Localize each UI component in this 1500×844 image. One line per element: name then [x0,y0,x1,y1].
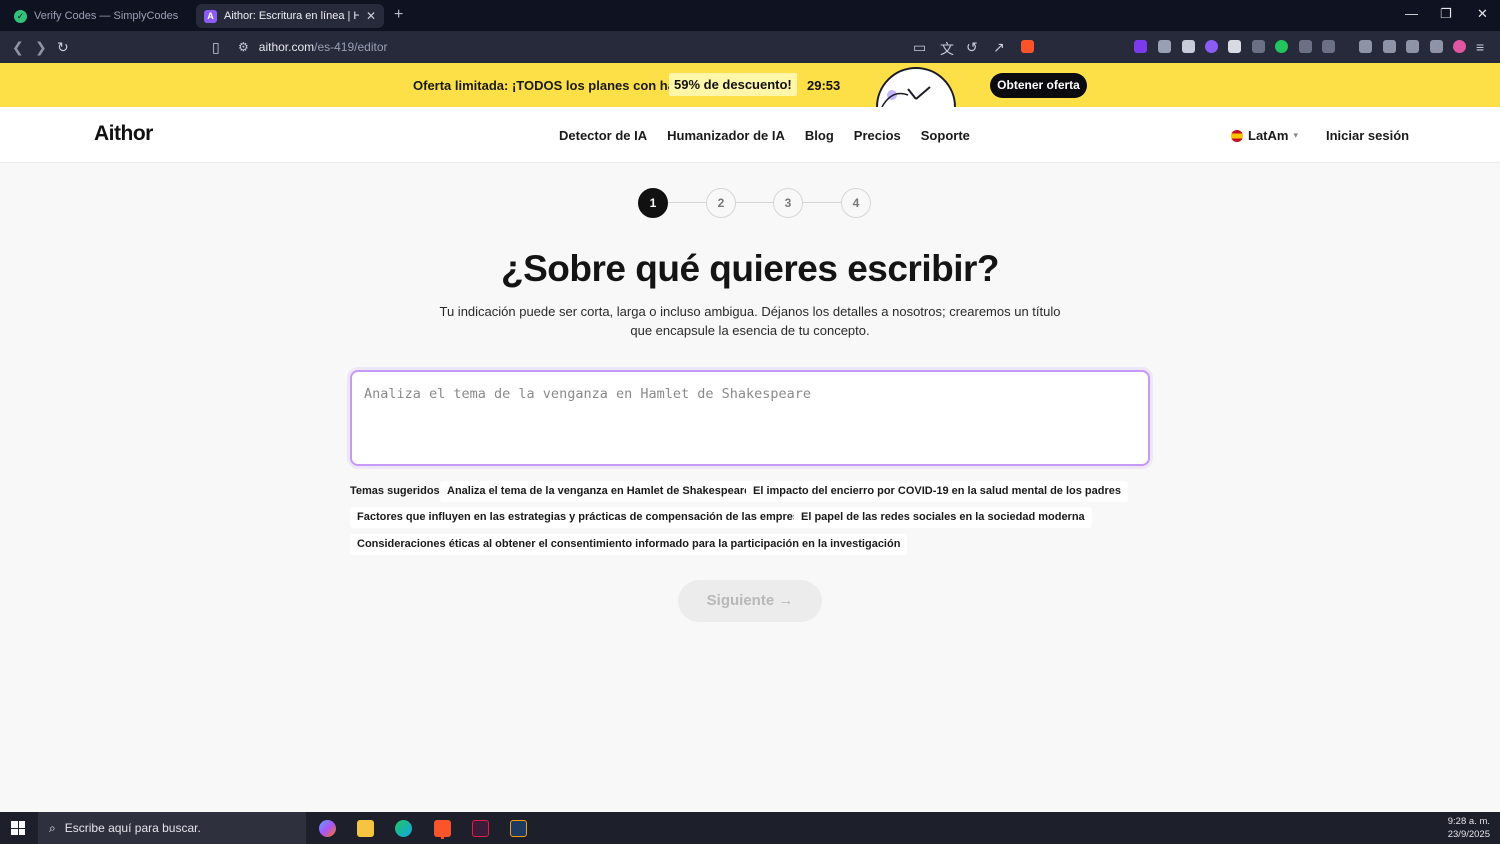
nav-ai-detector[interactable]: Detector de IA [559,128,647,143]
page-title: ¿Sobre qué quieres escribir? [501,248,999,289]
next-button[interactable]: Siguiente → [678,580,822,622]
back-icon[interactable]: ❮ [12,39,24,56]
site-info-icon[interactable]: ⚙ [238,40,249,54]
chevron-down-icon: ▾ [1293,130,1298,140]
app-icon[interactable] [510,820,527,837]
language-label: LatAm [1248,128,1289,143]
countdown-timer: 29:53 [807,78,841,93]
extension-icon[interactable] [1322,40,1335,53]
url-path: /es-419/editor [314,40,388,54]
promo-text: Oferta limitada: ¡TODOS los planes con h… [413,78,694,93]
step-3: 3 [773,188,803,218]
shield-extension-icon[interactable] [1182,40,1195,53]
tab-title: Verify Codes — SimplyCodes [34,10,178,22]
translate-icon[interactable]: 文 [940,39,954,59]
site-header: Aithor Detector de IA Humanizador de IA … [0,107,1500,163]
spain-flag-icon [1231,129,1243,142]
reload-icon[interactable]: ↻ [57,39,69,56]
step-connector [668,202,708,203]
suggestion-chip[interactable]: El papel de las redes sociales en la soc… [794,507,1092,528]
bookmark-icon[interactable]: ▯ [212,39,220,56]
nav-ai-humanizer[interactable]: Humanizador de IA [667,128,785,143]
extension-icon[interactable] [1252,40,1265,53]
minimize-window-icon[interactable]: — [1405,6,1418,21]
simplycodes-favicon-icon: ✓ [14,9,27,23]
brave-icon[interactable] [434,820,451,837]
extension-icon[interactable] [1205,40,1218,53]
new-tab-icon[interactable]: + [394,6,403,24]
forward-icon[interactable]: ❯ [35,39,47,56]
extension-icon[interactable] [1228,40,1241,53]
topic-prompt-input[interactable] [350,370,1150,466]
profile-icon[interactable] [1453,40,1466,53]
suggestion-chip[interactable]: Consideraciones éticas al obtener el con… [350,534,908,555]
search-icon: ⌕ [49,820,56,835]
main-nav: Detector de IA Humanizador de IA Blog Pr… [559,128,970,143]
menu-icon[interactable]: ≡ [1476,39,1484,55]
suggestion-chip[interactable]: El impacto del encierro por COVID-19 en … [746,481,1128,502]
restore-window-icon[interactable]: ❐ [1440,6,1452,22]
history-icon[interactable]: ↺ [966,39,978,56]
step-2: 2 [706,188,736,218]
clock-time: 9:28 a. m. [1447,816,1490,827]
suggestion-chip[interactable]: Factores que influyen en las estrategias… [350,507,819,528]
grammarly-icon[interactable] [1275,40,1288,53]
aithor-logo[interactable]: Aithor [94,122,153,146]
browser-tab-simplycodes[interactable]: ✓ Verify Codes — SimplyCodes [6,4,186,28]
close-window-icon[interactable]: ✕ [1477,6,1488,22]
discount-badge: 59% de descuento! [669,73,797,96]
taskbar-search-placeholder: Escribe aquí para buscar. [64,821,201,835]
get-offer-button[interactable]: Obtener oferta [990,73,1087,98]
suggestion-chip[interactable]: Analiza el tema de la venganza en Hamlet… [440,481,758,502]
browser-toolbar: ❮ ❯ ↻ ▯ ⚙ aithor.com/es-419/editor ▭ 文 ↺… [0,31,1500,63]
share-icon[interactable]: ↗ [993,39,1005,56]
step-connector [803,202,843,203]
taskbar: ⌕ Escribe aquí para buscar. 9:28 a. m. 2… [0,812,1500,844]
tab-title: Aithor: Escritura en línea | Herran [224,10,359,22]
step-1: 1 [638,188,668,218]
aithor-favicon-icon: A [204,9,217,23]
edge-icon[interactable] [395,820,412,837]
next-label: Siguiente [706,592,775,609]
nav-support[interactable]: Soporte [921,128,970,143]
wallet-icon[interactable] [1383,40,1396,53]
login-link[interactable]: Iniciar sesión [1326,128,1409,143]
page-subtitle: Tu indicación puede ser corta, larga o i… [439,304,1061,338]
sidebar-icon[interactable] [1359,40,1372,53]
browser-tab-aithor[interactable]: A Aithor: Escritura en línea | Herran ✕ [196,4,384,28]
language-selector[interactable]: LatAm ▾ [1231,128,1298,143]
windows-start-icon[interactable] [11,821,25,835]
nav-pricing[interactable]: Precios [854,128,901,143]
copilot-icon[interactable] [319,820,336,837]
app-icon[interactable] [472,820,489,837]
taskbar-search[interactable]: ⌕ Escribe aquí para buscar. [38,812,306,844]
nav-blog[interactable]: Blog [805,128,834,143]
suggestions-label: Temas sugeridos [350,485,440,497]
system-tray-clock[interactable]: 9:28 a. m. 23/9/2025 [1448,815,1490,841]
aithor-extension-icon[interactable] [1134,40,1147,53]
extension-icon[interactable] [1158,40,1171,53]
leo-ai-icon[interactable] [1406,40,1419,53]
puzzle-extensions-icon[interactable] [1299,40,1312,53]
step-connector [736,202,776,203]
browser-tab-bar: ✓ Verify Codes — SimplyCodes A Aithor: E… [0,0,1500,31]
arrow-right-icon: → [778,592,794,609]
brave-shield-icon[interactable] [1021,40,1034,53]
close-tab-icon[interactable]: ✕ [366,9,376,23]
cast-icon[interactable]: ▭ [913,39,926,56]
step-4: 4 [841,188,871,218]
promo-banner: Oferta limitada: ¡TODOS los planes con h… [0,63,1500,107]
file-explorer-icon[interactable] [357,820,374,837]
vpn-icon[interactable] [1430,40,1443,53]
url-host: aithor.com [258,40,315,54]
clock-illustration-icon [876,67,956,107]
clock-date: 23/9/2025 [1447,829,1490,840]
